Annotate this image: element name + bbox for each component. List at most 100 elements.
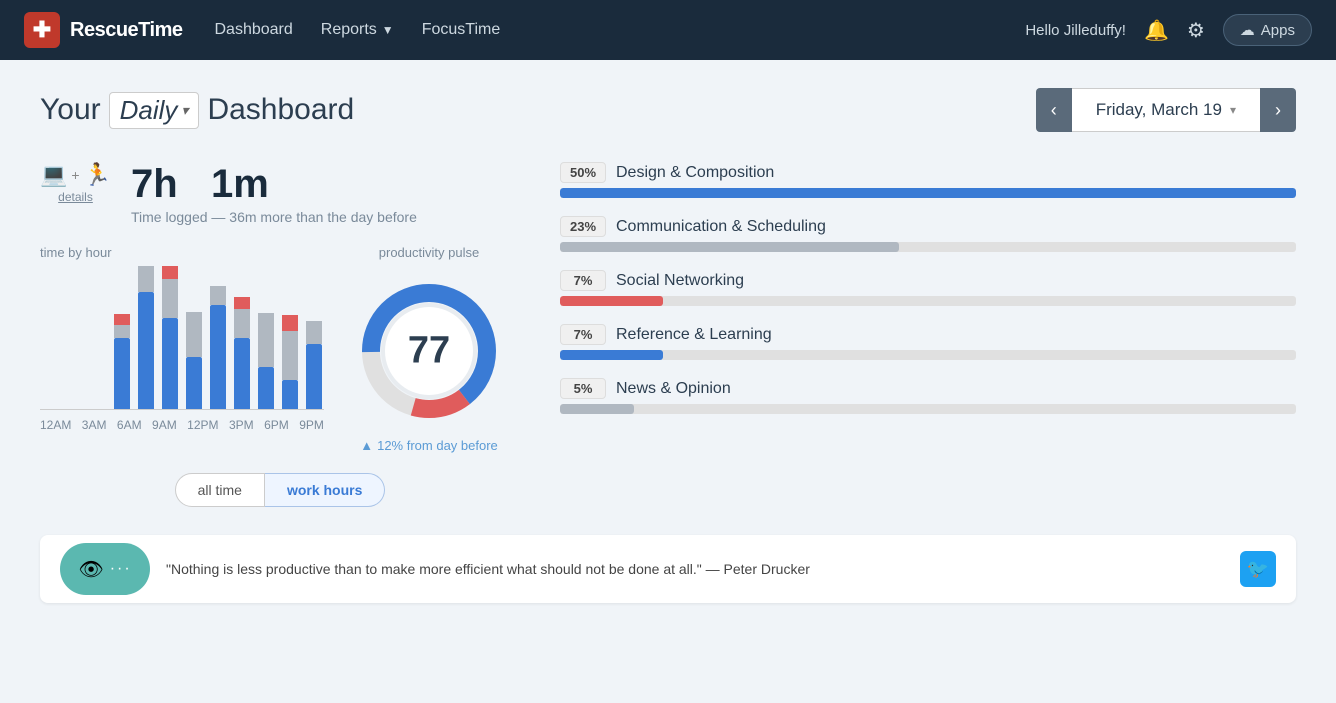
time-logged-section: 💻 + 🏃 details 7h 1m Time logged — 36m mo… <box>40 162 520 225</box>
bar-chart-area <box>40 270 324 410</box>
bar-gray-segment <box>210 286 226 306</box>
eye-badge: 👁 ··· <box>60 543 150 595</box>
activity-icon: 🏃 <box>84 162 111 188</box>
bar-blue-segment <box>258 367 274 409</box>
bar-blue-segment <box>162 318 178 409</box>
date-display: Friday, March 19 ▾ <box>1072 88 1260 132</box>
cat-bar-track <box>560 242 1296 252</box>
productivity-pulse-section: productivity pulse <box>354 245 504 453</box>
bar-group <box>136 266 156 409</box>
bar-gray-segment <box>234 309 250 338</box>
date-next-button[interactable]: › <box>1260 88 1296 132</box>
category-item: 7% Social Networking <box>560 270 1296 306</box>
main-content: Your Daily ▾ Dashboard ‹ Friday, March 1… <box>0 60 1336 623</box>
apps-icon: ☁ <box>1240 21 1255 39</box>
cat-name: Reference & Learning <box>616 326 772 344</box>
bar-gray-segment <box>162 279 178 318</box>
bar-group <box>160 266 180 409</box>
cat-name: Social Networking <box>616 272 744 290</box>
bar-red-segment <box>282 315 298 331</box>
cat-name: Communication & Scheduling <box>616 218 826 236</box>
time-logged-info: 7h 1m Time logged — 36m more than the da… <box>131 162 417 225</box>
time-filter: all time work hours <box>40 473 520 507</box>
bar-empty <box>42 407 58 409</box>
bar-group <box>208 286 228 410</box>
date-prev-button[interactable]: ‹ <box>1036 88 1072 132</box>
filter-all-time[interactable]: all time <box>175 473 265 507</box>
bar-gray-segment <box>186 312 202 358</box>
category-item: 50% Design & Composition <box>560 162 1296 198</box>
notifications-icon[interactable]: 🔔 <box>1144 18 1169 43</box>
cat-bar-fill <box>560 188 1296 198</box>
cat-bar-fill <box>560 404 634 414</box>
cat-bar-fill <box>560 350 663 360</box>
bar-blue-segment <box>114 338 130 410</box>
bar-gray-segment <box>282 331 298 380</box>
cat-bar-track <box>560 296 1296 306</box>
dots-decoration: ··· <box>110 560 132 578</box>
nav-links: Dashboard Reports ▼ FocusTime <box>214 21 993 39</box>
quote-text: "Nothing is less productive than to make… <box>166 561 1224 577</box>
time-labels: 12AM 3AM 6AM 9AM 12PM 3PM 6PM 9PM <box>40 418 324 432</box>
laptop-icon: 💻 <box>40 162 67 188</box>
bar-chart <box>40 270 324 410</box>
bar-gray-segment <box>138 266 154 292</box>
bar-gray-segment <box>258 313 274 368</box>
donut-chart: 77 <box>354 276 504 426</box>
dropdown-icon: ▼ <box>382 23 394 37</box>
cat-pct-badge: 7% <box>560 270 606 291</box>
cat-bar-fill <box>560 242 899 252</box>
nav-reports[interactable]: Reports ▼ <box>321 21 394 39</box>
time-logged-value: 7h 1m <box>131 162 417 207</box>
bar-group <box>64 407 84 409</box>
bar-group <box>40 407 60 409</box>
cat-pct-badge: 50% <box>560 162 606 183</box>
time-logged-subtitle: Time logged — 36m more than the day befo… <box>131 209 417 225</box>
bar-group <box>112 314 132 409</box>
cat-pct-badge: 23% <box>560 216 606 237</box>
category-item: 23% Communication & Scheduling <box>560 216 1296 252</box>
right-column: 50% Design & Composition 23% Communicati… <box>560 162 1296 507</box>
page-title: Your Daily ▾ Dashboard <box>40 92 354 129</box>
details-link[interactable]: details <box>58 190 93 204</box>
pulse-score: 77 <box>408 330 450 373</box>
bar-red-segment <box>162 266 178 279</box>
up-arrow-icon: ▲ <box>360 438 373 453</box>
eye-icon: 👁 <box>78 557 103 582</box>
pulse-label: productivity pulse <box>379 245 479 260</box>
nav-dashboard[interactable]: Dashboard <box>214 21 292 39</box>
apps-button[interactable]: ☁ Apps <box>1223 14 1312 46</box>
cat-name: Design & Composition <box>616 164 774 182</box>
bar-blue-segment <box>306 344 322 409</box>
bar-chart-section: time by hour 12AM 3AM 6AM 9AM 12PM 3PM 6… <box>40 245 324 432</box>
logo-icon: ✚ <box>24 12 60 48</box>
twitter-share-button[interactable]: 🐦 <box>1240 551 1276 587</box>
twitter-icon: 🐦 <box>1247 559 1269 580</box>
cat-pct-badge: 5% <box>560 378 606 399</box>
nav-right: Hello Jilleduffy! 🔔 ⚙ ☁ Apps <box>1025 14 1312 46</box>
bar-red-segment <box>234 297 250 309</box>
bar-gray-segment <box>114 325 130 338</box>
bar-gray-segment <box>306 321 322 344</box>
bar-group <box>184 312 204 410</box>
bar-empty <box>66 407 82 409</box>
bar-group <box>256 313 276 409</box>
left-column: 💻 + 🏃 details 7h 1m Time logged — 36m mo… <box>40 162 520 507</box>
cat-bar-fill <box>560 296 663 306</box>
bar-group <box>304 321 324 409</box>
header-row: Your Daily ▾ Dashboard ‹ Friday, March 1… <box>40 88 1296 132</box>
chart-pulse-row: time by hour 12AM 3AM 6AM 9AM 12PM 3PM 6… <box>40 245 520 453</box>
bar-blue-segment <box>234 338 250 410</box>
bar-empty <box>90 407 106 409</box>
bar-group <box>280 315 300 409</box>
nav-focustime[interactable]: FocusTime <box>422 21 501 39</box>
settings-icon[interactable]: ⚙ <box>1187 18 1205 43</box>
period-selector[interactable]: Daily ▾ <box>109 92 200 129</box>
content-grid: 💻 + 🏃 details 7h 1m Time logged — 36m mo… <box>40 162 1296 507</box>
filter-work-hours[interactable]: work hours <box>265 473 385 507</box>
category-item: 5% News & Opinion <box>560 378 1296 414</box>
category-item: 7% Reference & Learning <box>560 324 1296 360</box>
logo[interactable]: ✚ RescueTime <box>24 12 182 48</box>
greeting-text: Hello Jilleduffy! <box>1025 22 1126 39</box>
pulse-delta: ▲ 12% from day before <box>360 438 498 453</box>
